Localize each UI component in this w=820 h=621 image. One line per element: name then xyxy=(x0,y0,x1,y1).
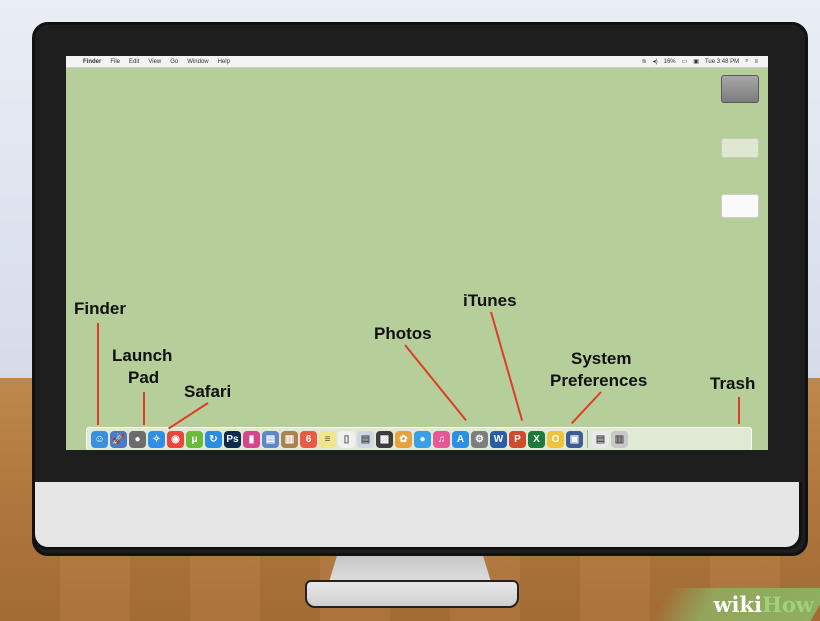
desktop-hard-drive[interactable] xyxy=(718,75,762,103)
desktop-screen: Finder File Edit View Go Window Help ≋ ◂… xyxy=(66,56,768,450)
outlook-icon[interactable]: O xyxy=(547,430,564,448)
menu-go[interactable]: Go xyxy=(170,59,178,65)
desktop-file-1[interactable] xyxy=(718,138,762,158)
spotlight-search-icon[interactable]: ⌕ xyxy=(745,58,748,65)
dock-separator xyxy=(587,430,588,448)
chrome-icon[interactable]: ◉ xyxy=(167,430,184,448)
finder-icon[interactable]: ☺ xyxy=(91,430,108,448)
menu-finder[interactable]: Finder xyxy=(83,59,101,65)
notes-icon[interactable]: ≡ xyxy=(319,430,336,448)
callout-itunes: iTunes xyxy=(463,291,517,310)
document-icon xyxy=(721,194,759,218)
file-icon xyxy=(721,138,759,158)
excel-icon[interactable]: X xyxy=(528,430,545,448)
menu-status-area: ≋ ◂) 16% ▭ ▣ Tue 3:48 PM ⌕ ≡ xyxy=(642,58,758,65)
clock[interactable]: Tue 3:48 PM xyxy=(705,59,739,65)
imac-stand-base xyxy=(305,580,519,608)
notification-center-icon[interactable]: ≡ xyxy=(754,59,758,65)
photoshop-icon[interactable]: Ps xyxy=(224,430,241,448)
callout-system-preferences-line1: System xyxy=(571,349,632,368)
wikihow-watermark: wikiHow xyxy=(713,592,814,617)
pointer-line-finder xyxy=(97,323,99,425)
desktop-file-2[interactable] xyxy=(718,194,762,218)
watermark-how: How xyxy=(762,592,814,617)
safari-icon[interactable]: ✧ xyxy=(148,430,165,448)
messages-icon[interactable]: ● xyxy=(414,430,431,448)
document-icon[interactable]: ▤ xyxy=(357,430,374,448)
hard-drive-icon xyxy=(721,75,759,103)
callout-safari: Safari xyxy=(184,382,232,401)
callout-trash: Trash xyxy=(710,374,756,393)
menu-window[interactable]: Window xyxy=(187,59,208,65)
pointer-line-launchpad xyxy=(143,392,145,425)
powerpoint-icon[interactable]: P xyxy=(509,430,526,448)
menu-help[interactable]: Help xyxy=(218,59,230,65)
battery-status[interactable]: 16% xyxy=(664,59,676,65)
battery-icon: ▭ xyxy=(681,59,688,65)
dock: ☺ 🚀 ● ✧ ◉ μ ↻ Ps ▮ ▤ ▥ 6 ≡ ▯ ▤ ▩ ✿ ● ♫ A ⚙ W P X O ▣ ▤ ▥ xyxy=(86,427,752,450)
virtualbox-icon[interactable]: ▣ xyxy=(566,430,583,448)
app-icon-pink[interactable]: ▮ xyxy=(243,430,260,448)
launchpad-icon[interactable]: 🚀 xyxy=(110,430,127,448)
photos-icon[interactable]: ✿ xyxy=(395,430,412,448)
downloads-icon[interactable]: ▤ xyxy=(592,430,609,448)
system-preferences-icon[interactable]: ⚙ xyxy=(471,430,488,448)
sync-icon[interactable]: ↻ xyxy=(205,430,222,448)
itunes-icon[interactable]: ♫ xyxy=(433,430,450,448)
callout-launchpad-line2: Pad xyxy=(128,368,160,387)
callout-finder: Finder xyxy=(74,299,126,318)
calendar-icon[interactable]: 6 xyxy=(300,430,317,448)
pointer-line-trash xyxy=(738,397,740,424)
app-store-icon[interactable]: A xyxy=(452,430,469,448)
trash-icon[interactable]: ▥ xyxy=(611,430,628,448)
menu-file[interactable]: File xyxy=(110,59,120,65)
contacts-icon[interactable]: ▥ xyxy=(281,430,298,448)
menu-edit[interactable]: Edit xyxy=(129,59,139,65)
callout-system-preferences-line2: Preferences xyxy=(550,371,648,390)
textedit-icon[interactable]: ▯ xyxy=(338,430,355,448)
apple-logo-icon xyxy=(405,500,435,534)
app-icon-dark[interactable]: ▩ xyxy=(376,430,393,448)
wifi-icon[interactable]: ≋ xyxy=(642,58,647,65)
watermark-wiki: wiki xyxy=(713,592,763,617)
volume-icon[interactable]: ◂) xyxy=(653,58,658,65)
callout-launchpad-line1: Launch xyxy=(112,346,173,365)
utorrent-icon[interactable]: μ xyxy=(186,430,203,448)
callout-photos: Photos xyxy=(374,324,432,343)
display-icon[interactable]: ▣ xyxy=(693,58,699,65)
menu-view[interactable]: View xyxy=(148,59,161,65)
app-icon[interactable]: ● xyxy=(129,430,146,448)
preview-icon[interactable]: ▤ xyxy=(262,430,279,448)
menu-bar: Finder File Edit View Go Window Help ≋ ◂… xyxy=(66,56,768,68)
word-icon[interactable]: W xyxy=(490,430,507,448)
